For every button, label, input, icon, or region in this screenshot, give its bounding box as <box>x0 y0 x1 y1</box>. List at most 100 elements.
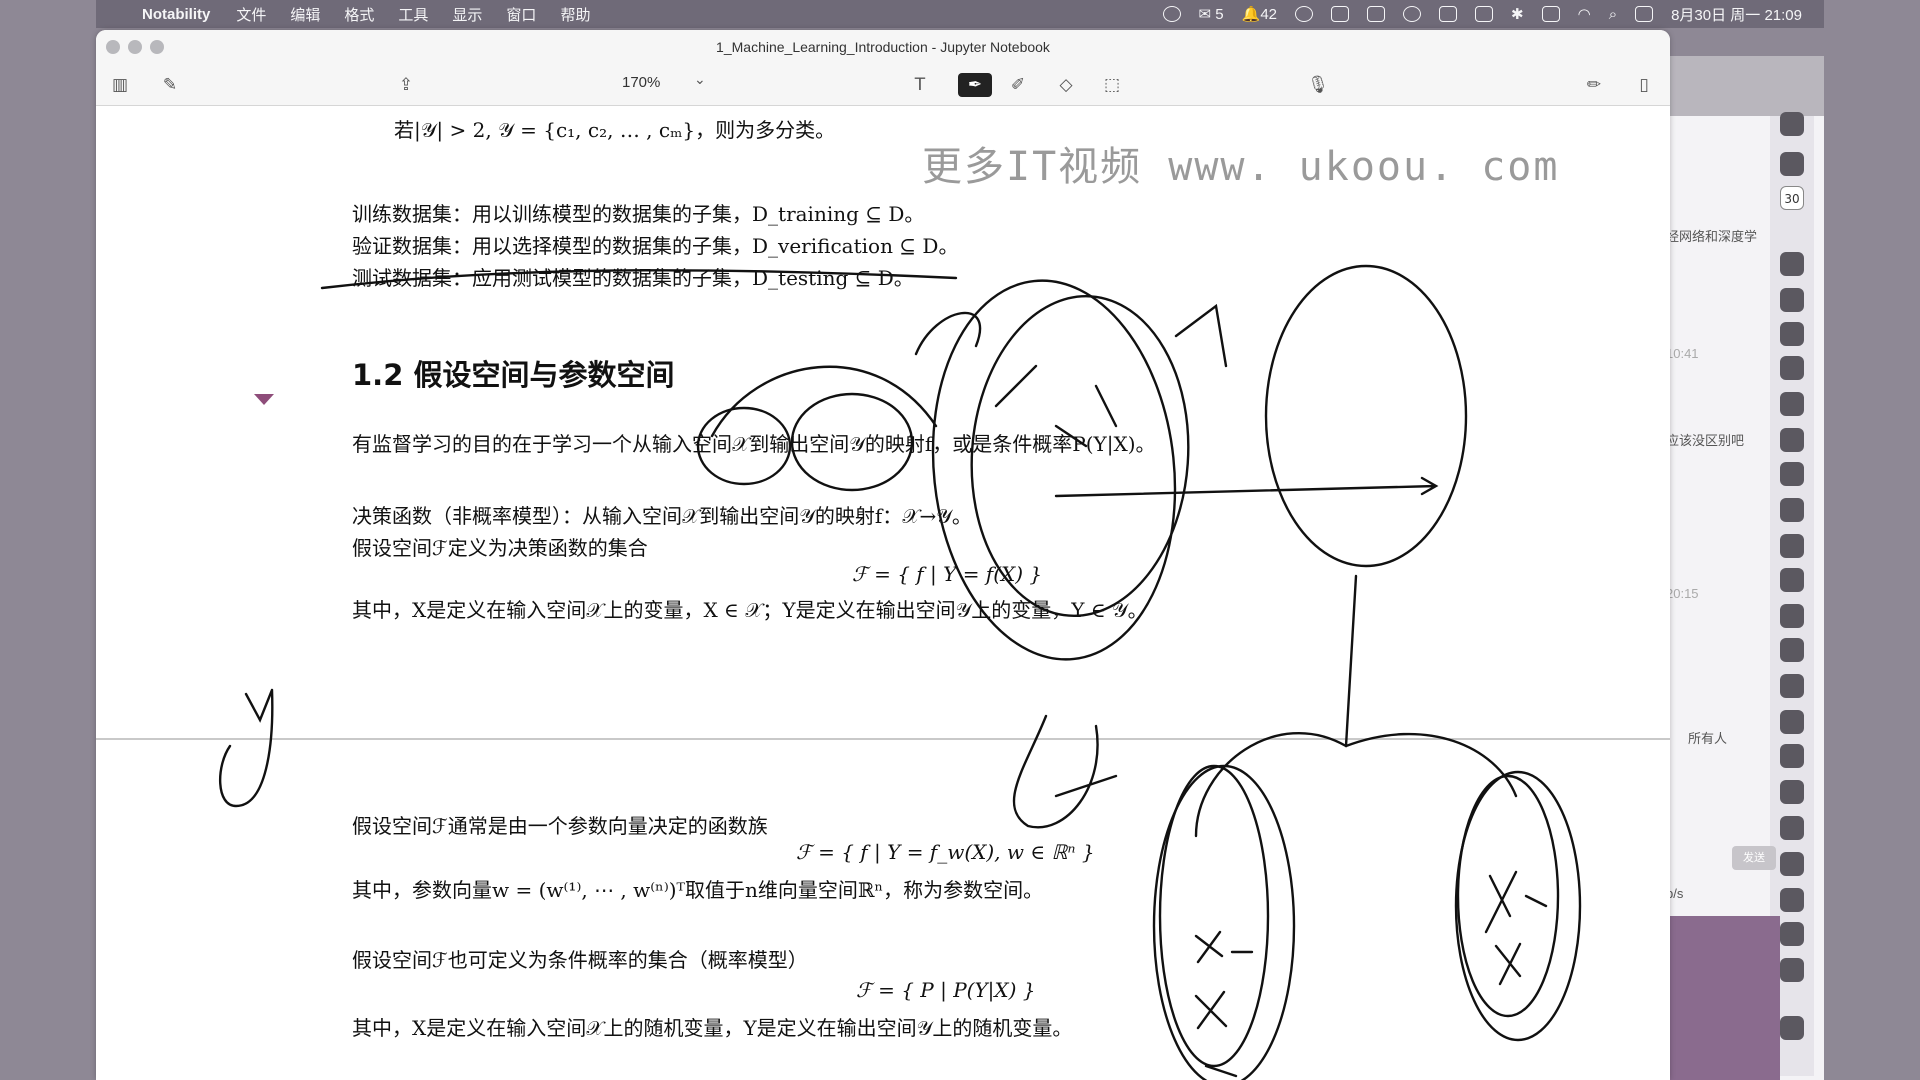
app-icon[interactable] <box>1780 498 1804 522</box>
app-icon[interactable] <box>1780 568 1804 592</box>
probability-model-line: 假设空间ℱ也可定义为条件概率的集合（概率模型） <box>352 948 808 972</box>
sidebar-toggle-icon[interactable]: ▥ <box>108 73 132 97</box>
scribble-stroke <box>914 303 1228 448</box>
menu-file[interactable]: 文件 <box>236 4 266 25</box>
app-icon[interactable] <box>1780 462 1804 486</box>
handwritten-x-labels <box>1194 930 1254 1078</box>
menu-window[interactable]: 窗口 <box>506 4 536 25</box>
page-icon[interactable]: ▯ <box>1632 73 1656 97</box>
app-icon[interactable] <box>1780 852 1804 876</box>
bg-time: 20:15 <box>1666 586 1699 601</box>
validation-set-line: 验证数据集：用以选择模型的数据集的子集，D_verification ⊆ D。 <box>352 234 959 258</box>
share-icon[interactable]: ⇪ <box>394 73 418 97</box>
handwritten-a <box>1012 714 1118 829</box>
menu-tools[interactable]: 工具 <box>398 4 428 25</box>
note-icon[interactable] <box>1367 6 1386 22</box>
new-note-icon[interactable]: ✎ <box>158 73 182 97</box>
wechat-icon[interactable]: ✉ 5 <box>1199 5 1224 23</box>
bell-icon[interactable]: 🔔42 <box>1242 5 1277 23</box>
cell-divider <box>96 738 1670 740</box>
app-icon[interactable] <box>1780 816 1804 840</box>
arc-stroke <box>710 365 938 438</box>
app-icon[interactable] <box>1780 638 1804 662</box>
bg-snippet: 所有人 <box>1688 731 1728 746</box>
formula-parametric: ℱ = { f | Y = f_w(X), w ∈ ℝⁿ } <box>796 840 1095 864</box>
collapse-triangle-icon[interactable] <box>254 394 274 405</box>
variables-line: 其中，X是定义在输入空间𝒳上的变量，X ∈ 𝒳；Y是定义在输出空间𝒴上的变量，Y… <box>352 598 1148 622</box>
trash-icon[interactable] <box>1780 1016 1804 1040</box>
send-button[interactable]: 发送 <box>1732 846 1776 870</box>
search-icon[interactable]: ⌕ <box>1609 6 1617 23</box>
microphone-icon[interactable]: 🎙 <box>1306 73 1330 97</box>
bluetooth-icon[interactable]: ✱ <box>1511 5 1524 23</box>
status-area: ✉ 5 🔔42 ✱ ◠ ⌕ 8月30日 周一 21:09 <box>1162 4 1802 25</box>
text-tool-icon[interactable]: T <box>908 73 932 97</box>
formula-probabilistic: ℱ = { P | P(Y|X) } <box>856 978 1036 1002</box>
menu-app-name[interactable]: Notability <box>142 6 210 23</box>
note-page[interactable]: 更多IT视频 www. ukoou. com 若|𝒴| > 2, 𝒴 = {c₁… <box>96 106 1670 1080</box>
menu-view[interactable]: 显示 <box>452 4 482 25</box>
bg-window-topbar <box>1660 56 1824 116</box>
app-icon[interactable] <box>1780 322 1804 346</box>
notability-window: 1_Machine_Learning_Introduction - Jupyte… <box>96 30 1670 1080</box>
app-icon[interactable] <box>1780 112 1804 136</box>
section-heading: 1.2 假设空间与参数空间 <box>352 358 675 392</box>
chevron-down-icon[interactable]: ⌄ <box>694 72 706 88</box>
formula-hypothesis: ℱ = { f | Y = f(X) } <box>852 562 1043 586</box>
clock-text: 8月30日 周一 21:09 <box>1671 6 1802 24</box>
app-icon[interactable] <box>1780 604 1804 628</box>
app-icon[interactable] <box>1780 710 1804 734</box>
pencil-edit-icon[interactable]: ✏ <box>1582 73 1606 97</box>
app-icon[interactable] <box>1780 152 1804 176</box>
highlighter-tool-icon[interactable]: ✐ <box>1006 73 1030 97</box>
random-variables-line: 其中，X是定义在输入空间𝒳上的随机变量，Y是定义在输出空间𝒴上的随机变量。 <box>352 1016 1073 1040</box>
app-icon[interactable] <box>1780 744 1804 768</box>
app-icon[interactable] <box>1780 428 1804 452</box>
app-icon[interactable] <box>1780 534 1804 558</box>
app-icon[interactable] <box>1780 356 1804 380</box>
menu-help[interactable]: 帮助 <box>560 4 590 25</box>
hypothesis-definition-line: 假设空间ℱ定义为决策函数的集合 <box>352 536 648 560</box>
app-icon[interactable] <box>1780 392 1804 416</box>
supervised-line: 有监督学习的目的在于学习一个从输入空间𝒳到输出空间𝒴的映射f，或是条件概率P(Y… <box>352 432 1156 456</box>
calendar-icon[interactable] <box>1331 6 1350 22</box>
multiclass-line: 若|𝒴| > 2, 𝒴 = {c₁, c₂, … , cₘ}，则为多分类。 <box>394 118 836 142</box>
chat-icon[interactable] <box>1162 6 1181 22</box>
down-arrow-stroke <box>1344 574 1358 748</box>
menu-edit[interactable]: 编辑 <box>290 4 320 25</box>
spotlight-like-icon[interactable] <box>1295 6 1314 22</box>
bg-snippet: 应该没区别吧 <box>1666 433 1745 448</box>
control-center-icon[interactable] <box>1635 6 1654 22</box>
ellipse-lower-left <box>1158 764 1270 1068</box>
play-icon[interactable] <box>1403 6 1422 22</box>
ellipse-lower-left-2 <box>1152 764 1296 1080</box>
app-icon[interactable] <box>1780 888 1804 912</box>
arrow-stroke <box>1054 476 1439 498</box>
app-icon[interactable] <box>1780 674 1804 698</box>
screen-icon[interactable] <box>1439 6 1458 22</box>
app-icon[interactable] <box>1780 958 1804 982</box>
handwritten-y-labels <box>1484 870 1548 986</box>
menu-bar: Notability 文件 编辑 格式 工具 显示 窗口 帮助 ✉ 5 🔔42 … <box>96 0 1824 28</box>
zoom-level[interactable]: 170% <box>622 74 660 91</box>
toolbar: ▥ ✎ ⇪ 170% ⌄ T ✒ ✐ ◇ ⬚ 🎙 ✏ ▯ <box>96 64 1670 106</box>
branch-curve-left <box>1194 732 1348 838</box>
app-icon[interactable] <box>1780 922 1804 946</box>
badge-icon[interactable]: 30 <box>1780 186 1804 210</box>
grid-icon[interactable] <box>1475 6 1494 22</box>
test-set-line: 测试数据集：应用测试模型的数据集的子集，D_testing ⊆ D。 <box>352 266 914 290</box>
train-set-line: 训练数据集：用以训练模型的数据集的子集，D_training ⊆ D。 <box>352 202 925 226</box>
wechat-count: 5 <box>1215 6 1224 23</box>
app-icon[interactable] <box>1780 288 1804 312</box>
wifi-icon[interactable]: ◠ <box>1578 5 1591 23</box>
app-icon[interactable] <box>1780 780 1804 804</box>
menu-format[interactable]: 格式 <box>344 4 374 25</box>
window-title: 1_Machine_Learning_Introduction - Jupyte… <box>716 39 1050 55</box>
battery-icon[interactable] <box>1541 6 1560 22</box>
pen-tool-icon[interactable]: ✒ <box>958 73 992 97</box>
parameter-family-line: 假设空间ℱ通常是由一个参数向量决定的函数族 <box>352 814 768 838</box>
eraser-tool-icon[interactable]: ◇ <box>1054 73 1078 97</box>
lasso-tool-icon[interactable]: ⬚ <box>1100 73 1124 97</box>
app-icon[interactable] <box>1780 252 1804 276</box>
bg-snippet: 经网络和深度学 <box>1666 229 1758 244</box>
